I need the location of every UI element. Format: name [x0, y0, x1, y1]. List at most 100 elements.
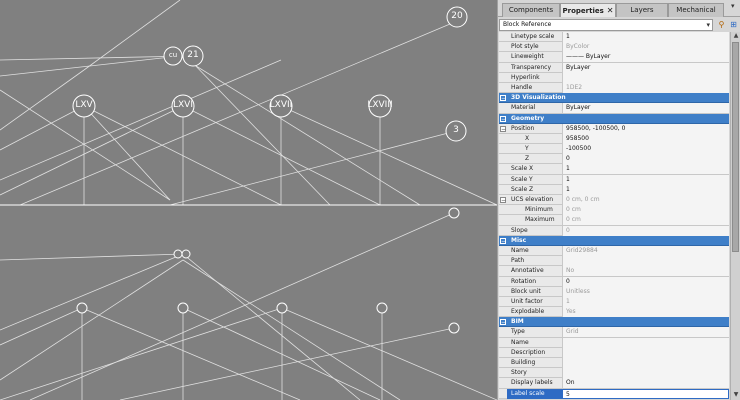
property-row[interactable]: Scale X 1	[499, 164, 729, 175]
property-row[interactable]: Linetype scale 1	[499, 32, 729, 43]
property-row[interactable]: Scale Z 1	[499, 184, 729, 195]
property-value[interactable]: 0 cm	[562, 215, 729, 226]
property-row[interactable]: Type Grid	[499, 327, 729, 338]
scroll-down-icon[interactable]: ▼	[731, 391, 740, 400]
scroll-thumb[interactable]	[732, 42, 739, 252]
category-header[interactable]: − Geometry	[499, 113, 729, 124]
property-row[interactable]: Minimum 0 cm	[499, 205, 729, 216]
property-row[interactable]: Name	[499, 337, 729, 348]
collapse-icon[interactable]: −	[500, 95, 506, 102]
collapse-icon[interactable]: −	[500, 237, 506, 244]
property-row[interactable]: Handle 1DE2	[499, 82, 729, 94]
property-value[interactable]: 0 cm, 0 cm	[562, 195, 729, 205]
property-row[interactable]: Label scale 5	[499, 388, 729, 399]
grid-label: 20	[451, 11, 463, 21]
property-value[interactable]: ByLayer	[562, 62, 729, 73]
property-name: Scale Y	[511, 175, 533, 183]
property-row[interactable]: Story	[499, 368, 729, 379]
property-row[interactable]: Scale Y 1	[499, 174, 729, 185]
drawing-viewport[interactable]: 20 cu 21 LXV LXVI LXVII LXVIII 3	[0, 0, 497, 400]
category-header[interactable]: − Misc	[499, 235, 729, 246]
property-name: Annotative	[511, 267, 544, 275]
category-header[interactable]: − BIM	[499, 317, 729, 328]
property-name: Position	[511, 124, 535, 132]
property-value[interactable]: 0	[562, 154, 729, 165]
property-row[interactable]: Maximum 0 cm	[499, 215, 729, 226]
grid-label: LXVII	[269, 100, 293, 110]
property-value[interactable]: 1	[562, 164, 729, 175]
property-value[interactable]: 1	[562, 174, 729, 185]
property-value[interactable]: On	[562, 378, 729, 389]
property-row[interactable]: − UCS elevation 0 cm, 0 cm	[499, 195, 729, 206]
property-value[interactable]: ByLayer	[562, 103, 729, 114]
collapse-icon[interactable]: −	[500, 319, 506, 326]
property-value[interactable]: -100500	[562, 144, 729, 155]
property-row[interactable]: Slope 0	[499, 225, 729, 236]
property-row[interactable]: Name Grid29884	[499, 245, 729, 257]
property-row[interactable]: Annotative No	[499, 266, 729, 277]
close-icon[interactable]: ✕	[607, 6, 614, 15]
collapse-icon[interactable]: −	[500, 197, 506, 204]
property-row[interactable]: Block unit Unitless	[499, 286, 729, 297]
property-value[interactable]: No	[562, 266, 729, 277]
property-row[interactable]: Material ByLayer	[499, 103, 729, 114]
property-value[interactable]	[562, 256, 729, 267]
panel-menu-icon[interactable]: ▾	[731, 2, 735, 10]
property-value[interactable]	[562, 72, 729, 83]
tab-properties[interactable]: Properties ✕	[560, 3, 616, 17]
property-value[interactable]	[562, 337, 729, 348]
category-header[interactable]: −3D Visualization	[499, 93, 729, 104]
scrollbar[interactable]: ▲ ▼	[730, 32, 740, 400]
collapse-icon[interactable]: −	[500, 115, 506, 122]
property-row[interactable]: Z0	[499, 154, 729, 165]
property-value[interactable]: 1	[562, 296, 729, 307]
property-name: Story	[511, 369, 527, 377]
property-value[interactable]	[562, 368, 729, 379]
property-value[interactable]: 0	[562, 276, 729, 287]
property-row[interactable]: Plot style ByColor	[499, 42, 729, 53]
property-value[interactable]: ——— ByLayer	[562, 52, 729, 63]
property-value[interactable]: Yes	[562, 307, 729, 318]
tab-mechanical-browser[interactable]: Mechanical Bro...	[668, 3, 724, 27]
property-row[interactable]: Building	[499, 358, 729, 369]
property-row[interactable]: Display labels On	[499, 378, 729, 389]
property-value[interactable]: ByColor	[562, 42, 729, 53]
property-value[interactable]	[562, 358, 729, 368]
collapse-icon[interactable]: −	[500, 125, 506, 132]
chevron-down-icon: ▾	[706, 21, 710, 29]
scroll-up-icon[interactable]: ▲	[731, 32, 740, 41]
property-row[interactable]: Y -100500	[499, 144, 729, 155]
property-name: Path	[511, 257, 525, 265]
property-value[interactable]: 958500	[562, 133, 729, 144]
property-name: Y	[525, 145, 529, 153]
property-row[interactable]: Rotation 0	[499, 276, 729, 287]
property-value[interactable]: 5	[562, 388, 729, 399]
property-value[interactable]: 0	[562, 225, 729, 236]
property-row[interactable]: Explodable Yes	[499, 307, 729, 318]
property-value[interactable]: Grid	[562, 327, 729, 338]
property-value[interactable]: 1DE2	[562, 82, 729, 93]
property-value[interactable]	[562, 347, 729, 358]
filter-icon[interactable]: ⚲	[716, 19, 727, 31]
property-value[interactable]: 1	[562, 184, 729, 195]
selection-dropdown[interactable]: Block Reference ▾	[499, 19, 713, 31]
property-value[interactable]: Grid29884	[562, 245, 729, 256]
property-name: Hyperlink	[511, 73, 540, 81]
property-value[interactable]: 1	[562, 32, 729, 42]
quick-select-icon[interactable]: ⊞	[728, 19, 739, 31]
property-row[interactable]: X 958500	[499, 133, 729, 145]
property-value[interactable]: Unitless	[562, 286, 729, 297]
property-row[interactable]: Hyperlink	[499, 72, 729, 83]
property-row[interactable]: Transparency ByLayer	[499, 62, 729, 73]
property-row[interactable]: Lineweight ——— ByLayer	[499, 52, 729, 63]
property-row[interactable]: Path	[499, 256, 729, 267]
tab-layers[interactable]: Layers	[616, 3, 668, 17]
property-row[interactable]: Unit factor 1	[499, 296, 729, 308]
property-row[interactable]: − Position 958500, -100500, 0	[499, 123, 729, 134]
property-value[interactable]: 958500, -100500, 0	[562, 123, 729, 134]
property-name: Building	[511, 359, 536, 366]
grid-label: 21	[187, 50, 199, 60]
tab-components[interactable]: Components	[502, 3, 560, 17]
property-value[interactable]: 0 cm	[562, 205, 729, 216]
property-row[interactable]: Description	[499, 347, 729, 358]
